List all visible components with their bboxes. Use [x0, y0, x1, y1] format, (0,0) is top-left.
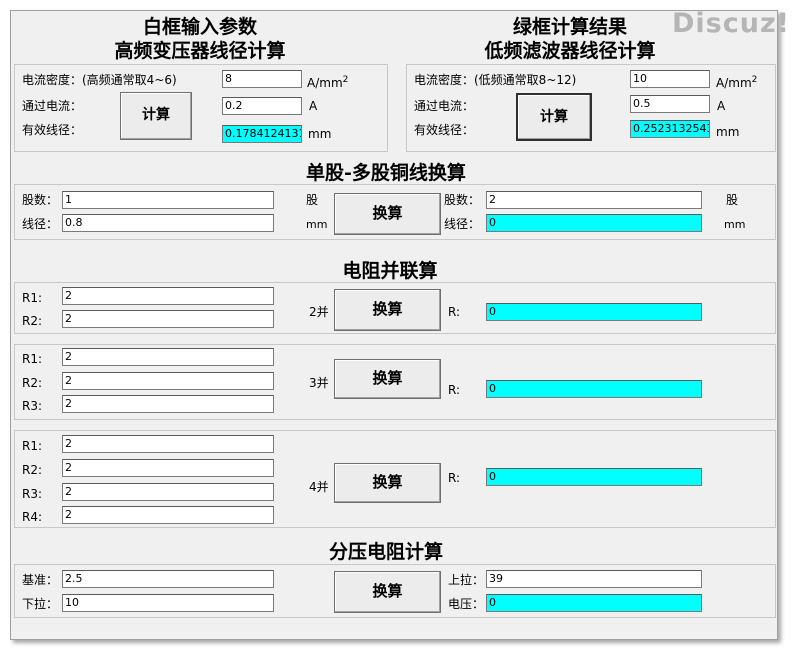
p4-r1-label: R1: [22, 439, 43, 453]
p4-r3-label: R3: [22, 487, 43, 501]
hf-diameter-unit: mm [308, 127, 332, 141]
pullup-input[interactable]: 39 [486, 570, 702, 588]
single-count-input[interactable]: 1 [62, 191, 274, 209]
multi-count-label: 股数： [444, 193, 481, 207]
reference-input[interactable]: 2.5 [62, 570, 274, 588]
pulldown-input[interactable]: 10 [62, 594, 274, 612]
lf-diameter-output: 0.25231325435 [630, 120, 710, 138]
p3-convert-button[interactable]: 换算 [334, 359, 441, 399]
strand-convert-button[interactable]: 换算 [334, 193, 441, 235]
lf-density-label: 电流密度：(低频通常取8~12) [414, 73, 577, 87]
p2-r1-input[interactable]: 2 [62, 287, 274, 305]
right-title-2: 低频滤波器线径计算 [484, 40, 656, 62]
hf-diameter-label: 有效线径： [22, 123, 83, 137]
p2-result-label: R: [448, 305, 461, 319]
p2-r2-label: R2: [22, 314, 43, 328]
right-title-1: 绿框计算结果 [512, 16, 627, 38]
strand-conversion-title: 单股-多股铜线换算 [306, 162, 466, 184]
p2-result-output: 0 [486, 303, 702, 321]
p3-result-label: R: [448, 383, 461, 397]
lf-current-label: 通过电流： [414, 99, 475, 113]
lf-current-input[interactable]: 0.5 [630, 95, 710, 113]
p4-tag: 4并 [309, 480, 329, 494]
lf-current-unit: A [717, 99, 726, 113]
p2-tag: 2并 [309, 305, 329, 319]
voltage-label: 电压： [448, 597, 485, 611]
lf-density-input[interactable]: 10 [630, 70, 710, 88]
p3-r1-input[interactable]: 2 [62, 348, 274, 366]
multi-diameter-label: 线径： [444, 217, 481, 231]
p3-r2-input[interactable]: 2 [62, 372, 274, 390]
hf-current-input[interactable]: 0.2 [222, 97, 302, 115]
single-count-unit: 股 [306, 193, 319, 207]
left-title-1: 白框输入参数 [142, 16, 257, 38]
left-title-2: 高频变压器线径计算 [114, 40, 286, 62]
p3-tag: 3并 [309, 376, 329, 390]
hf-density-label: 电流密度：(高频通常取4~6) [22, 73, 177, 87]
hf-calculate-button[interactable]: 计算 [120, 92, 192, 140]
p4-r2-input[interactable]: 2 [62, 459, 274, 477]
voltage-output: 0 [486, 594, 702, 612]
lf-calculate-button[interactable]: 计算 [516, 93, 592, 141]
voltage-divider-title: 分压电阻计算 [328, 541, 443, 563]
p2-r2-input[interactable]: 2 [62, 310, 274, 328]
single-diameter-label: 线径： [22, 217, 59, 231]
p2-convert-button[interactable]: 换算 [334, 289, 441, 331]
lf-density-unit: A/mm2 [716, 75, 758, 90]
multi-diameter-output: 0 [486, 214, 702, 232]
parallel-resistor-title: 电阻并联算 [342, 260, 438, 282]
hf-current-unit: A [309, 99, 318, 113]
p3-r1-label: R1: [22, 352, 43, 366]
reference-label: 基准： [22, 573, 59, 587]
p4-convert-button[interactable]: 换算 [334, 463, 441, 503]
multi-count-input[interactable]: 2 [486, 191, 702, 209]
p3-result-output: 0 [486, 380, 702, 398]
p4-r3-input[interactable]: 2 [62, 483, 274, 501]
hf-density-input[interactable]: 8 [222, 70, 302, 88]
p4-r1-input[interactable]: 2 [62, 435, 274, 453]
discuz-logo: Discuz! [672, 8, 790, 39]
p4-result-label: R: [448, 471, 461, 485]
single-diameter-unit: mm [306, 218, 328, 231]
lf-diameter-label: 有效线径： [414, 123, 475, 137]
divider-convert-button[interactable]: 换算 [334, 571, 441, 613]
p3-r2-label: R2: [22, 376, 43, 390]
hf-current-label: 通过电流： [22, 99, 83, 113]
multi-count-unit: 股 [726, 193, 739, 207]
single-diameter-input[interactable]: 0.8 [62, 214, 274, 232]
p4-r4-input[interactable]: 2 [62, 506, 274, 524]
p2-r1-label: R1: [22, 291, 43, 305]
pullup-label: 上拉： [448, 573, 485, 587]
hf-diameter-output: 0.17841241313 [222, 125, 302, 143]
p4-result-output: 0 [486, 468, 702, 486]
multi-diameter-unit: mm [724, 218, 746, 231]
single-count-label: 股数： [22, 193, 59, 207]
p4-r2-label: R2: [22, 463, 43, 477]
hf-density-unit: A/mm2 [307, 75, 349, 90]
p3-r3-label: R3: [22, 399, 43, 413]
lf-diameter-unit: mm [716, 125, 740, 139]
p3-r3-input[interactable]: 2 [62, 395, 274, 413]
pulldown-label: 下拉： [22, 597, 59, 611]
p4-r4-label: R4: [22, 510, 43, 524]
